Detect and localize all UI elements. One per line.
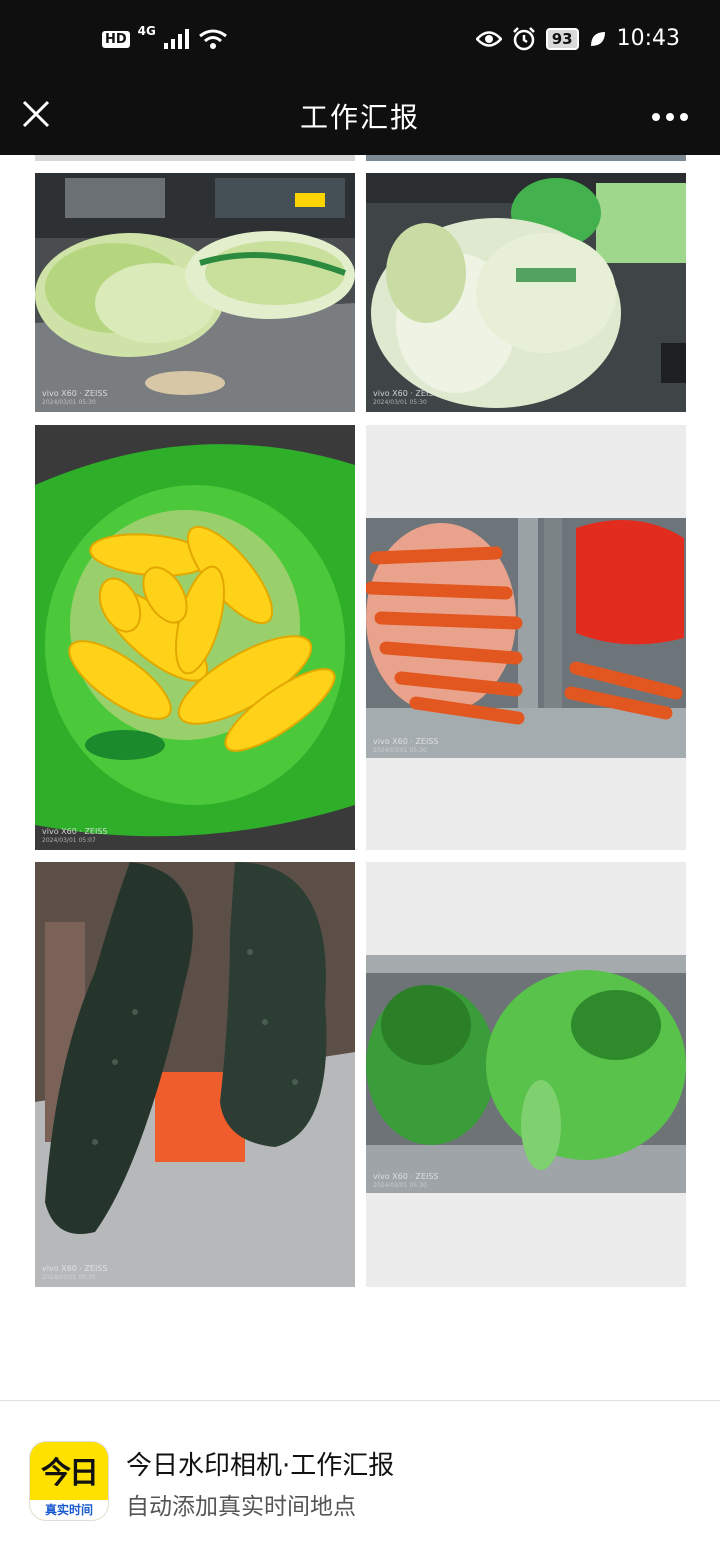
photo-cabbage-1[interactable]: vivo X60 · ZEISS 2024/03/01 05:30	[35, 173, 355, 412]
photo-carrots[interactable]: vivo X60 · ZEISS 2024/03/01 05:30	[366, 425, 686, 850]
photo-date: 2024/03/01 05:30	[42, 399, 96, 406]
footer-title: 今日水印相机·工作汇报	[126, 1451, 395, 1481]
eye-icon	[475, 30, 502, 47]
photo-winter-melon[interactable]: vivo X60 · ZEISS 2024/03/01 05:30	[35, 862, 355, 1287]
status-left: HD 4G	[102, 24, 228, 50]
photo-watermark: vivo X60 · ZEISS	[373, 1172, 439, 1181]
carrots-image	[366, 518, 686, 758]
signal-icon	[163, 29, 189, 49]
photo-partial-left[interactable]	[35, 155, 355, 161]
photo-date: 2024/03/01 05:30	[373, 1182, 427, 1189]
photo-watermark: vivo X60 · ZEISS	[373, 737, 439, 746]
status-right: 93 10:43	[475, 26, 680, 51]
page-title: 工作汇报	[299, 101, 420, 134]
leaf-icon	[590, 31, 605, 46]
photo-watermark: vivo X60 · ZEISS	[42, 1264, 108, 1273]
cabbage-image-2	[366, 173, 686, 412]
photo-watermark: vivo X60 · ZEISS	[42, 827, 108, 836]
more-icon[interactable]	[650, 110, 690, 124]
footer-subtitle: 自动添加真实时间地点	[126, 1494, 356, 1520]
wifi-icon	[198, 29, 227, 49]
winter-melon-image	[35, 862, 355, 1287]
photo-greens[interactable]: vivo X60 · ZEISS 2024/03/01 05:30	[366, 862, 686, 1287]
clock: 10:43	[616, 26, 680, 51]
status-bar: HD 4G 93 10:43	[0, 0, 720, 82]
app-footer-card[interactable]: 今日 真实时间 今日水印相机·工作汇报 自动添加真实时间地点	[0, 1400, 720, 1561]
hd-badge: HD	[102, 30, 130, 48]
alarm-icon	[512, 26, 535, 50]
photo-grid: vivo X60 · ZEISS 2024/03/01 05:30 vivo X…	[0, 155, 720, 1400]
photo-corn[interactable]: vivo X60 · ZEISS 2024/03/01 05:07	[35, 425, 355, 850]
network-type: 4G	[137, 24, 156, 38]
app-logo-strip: 真实时间	[30, 1500, 108, 1520]
battery-indicator: 93	[545, 27, 579, 50]
photo-watermark: vivo X60 · ZEISS	[42, 389, 108, 398]
photo-date: 2024/03/01 05:30	[373, 399, 427, 406]
photo-watermark: vivo X60 · ZEISS	[373, 389, 439, 398]
photo-cabbage-2[interactable]: vivo X60 · ZEISS 2024/03/01 05:30	[366, 173, 686, 412]
photo-date: 2024/03/01 05:30	[373, 747, 427, 754]
photo-partial-right[interactable]	[366, 155, 686, 161]
cabbage-image-1	[35, 173, 355, 412]
app-logo-icon[interactable]: 今日 真实时间	[30, 1442, 108, 1520]
photo-date: 2024/03/01 05:07	[42, 837, 96, 844]
app-logo-text: 今日	[41, 1456, 99, 1491]
corn-image	[35, 425, 355, 850]
greens-image	[366, 955, 686, 1193]
photo-date: 2024/03/01 05:30	[42, 1274, 96, 1281]
nav-bar: 工作汇报	[0, 82, 720, 155]
